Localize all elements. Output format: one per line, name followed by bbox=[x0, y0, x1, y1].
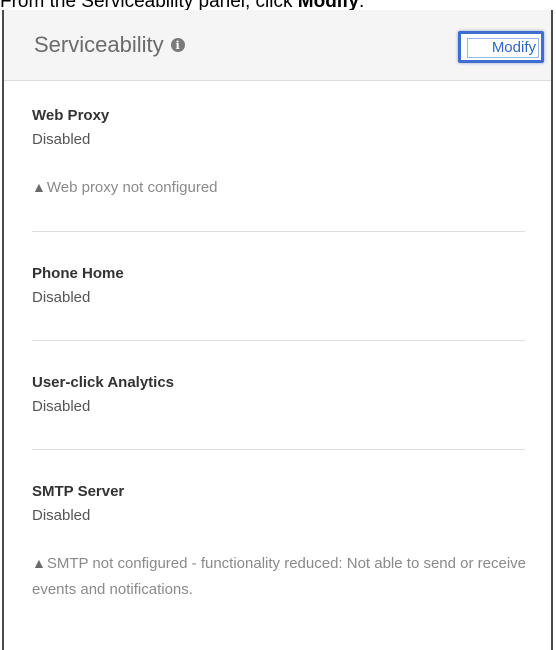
section-value: Disabled bbox=[32, 507, 91, 524]
section-title: User-click Analytics bbox=[32, 374, 175, 391]
section-smtp-server: SMTP Server Disabled ▲SMTP not configure… bbox=[32, 482, 529, 603]
warning-text: Web proxy not configured bbox=[46, 179, 218, 196]
warning-icon: ▲ bbox=[32, 555, 46, 571]
warning-message: ▲Web proxy not configured bbox=[32, 174, 529, 201]
divider bbox=[32, 449, 525, 450]
warning-text: SMTP not configured - functionality redu… bbox=[32, 555, 527, 598]
modify-button[interactable]: Modify bbox=[467, 38, 539, 58]
panel-header: Serviceability i Modify bbox=[4, 10, 551, 81]
panel-title: Serviceability i bbox=[34, 32, 185, 58]
section-value: Disabled bbox=[32, 289, 91, 306]
section-user-click-analytics: User-click Analytics Disabled bbox=[32, 373, 529, 417]
section-phone-home: Phone Home Disabled bbox=[32, 264, 529, 308]
serviceability-panel: Serviceability i Modify Web Proxy Disabl… bbox=[2, 10, 553, 650]
section-title: Phone Home bbox=[32, 265, 124, 282]
info-icon[interactable]: i bbox=[170, 38, 185, 52]
warning-message: ▲SMTP not configured - functionality red… bbox=[32, 550, 529, 603]
section-title: SMTP Server bbox=[32, 483, 125, 500]
divider bbox=[32, 340, 525, 341]
section-value: Disabled bbox=[32, 398, 91, 415]
section-value: Disabled bbox=[32, 131, 91, 148]
warning-icon: ▲ bbox=[32, 179, 46, 195]
modify-highlight: Modify bbox=[458, 31, 544, 63]
panel-title-text: Serviceability bbox=[34, 32, 164, 57]
section-web-proxy: Web Proxy Disabled ▲Web proxy not config… bbox=[32, 106, 529, 201]
divider bbox=[32, 231, 525, 232]
section-title: Web Proxy bbox=[32, 107, 110, 124]
